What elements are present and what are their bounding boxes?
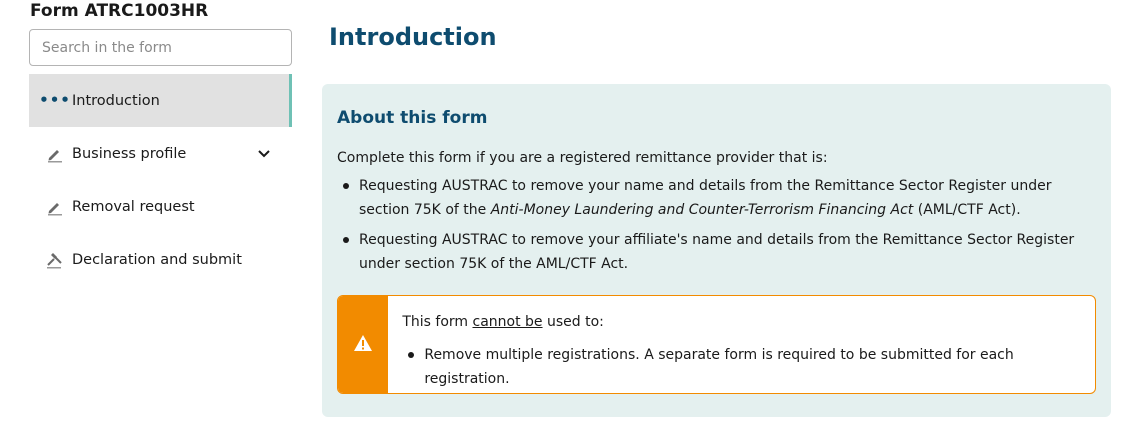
sidebar-item-removal-request[interactable]: Removal request xyxy=(29,180,292,233)
sidebar-item-label: Declaration and submit xyxy=(72,251,242,268)
page-title: Introduction xyxy=(329,23,497,51)
gavel-icon xyxy=(44,249,66,271)
list-item: Requesting AUSTRAC to remove your affili… xyxy=(337,228,1097,276)
sidebar-nav: ••• Introduction Business profile Remova… xyxy=(29,74,292,286)
warning-callout: This form cannot be used to: Remove mult… xyxy=(337,295,1096,394)
pencil-icon xyxy=(44,143,66,165)
panel-intro: Complete this form if you are a register… xyxy=(337,150,828,166)
warning-lead-after: used to: xyxy=(542,314,604,330)
warning-emphasis: cannot be xyxy=(472,314,543,330)
list-item: Requesting AUSTRAC to remove your name a… xyxy=(337,174,1097,222)
sidebar-item-business-profile[interactable]: Business profile xyxy=(29,127,292,180)
warning-icon xyxy=(353,334,373,356)
sidebar-item-label: Introduction xyxy=(72,92,160,109)
requirement-list: Requesting AUSTRAC to remove your name a… xyxy=(337,174,1097,276)
sidebar-item-introduction[interactable]: ••• Introduction xyxy=(29,74,292,127)
bullet-text: (AML/CTF Act). xyxy=(913,202,1021,218)
warning-lead-before: This form xyxy=(402,314,473,330)
list-item: Remove multiple registrations. A separat… xyxy=(402,343,1081,391)
sidebar-item-label: Business profile xyxy=(72,145,187,162)
warning-lead: This form cannot be used to: xyxy=(402,314,1081,330)
form-title: Form ATRC1003HR xyxy=(30,1,209,21)
about-panel: About this form Complete this form if yo… xyxy=(322,84,1111,417)
search-input[interactable] xyxy=(29,29,292,66)
warning-body: This form cannot be used to: Remove mult… xyxy=(388,296,1095,393)
chevron-down-icon[interactable] xyxy=(256,146,272,162)
sidebar-item-declaration-submit[interactable]: Declaration and submit xyxy=(29,233,292,286)
pencil-icon xyxy=(44,196,66,218)
warning-list: Remove multiple registrations. A separat… xyxy=(402,343,1081,391)
sidebar-item-label: Removal request xyxy=(72,198,195,215)
act-name: Anti-Money Laundering and Counter-Terror… xyxy=(490,202,914,218)
warning-strip xyxy=(338,296,389,393)
ellipsis-icon: ••• xyxy=(39,91,71,109)
panel-heading: About this form xyxy=(337,108,488,128)
